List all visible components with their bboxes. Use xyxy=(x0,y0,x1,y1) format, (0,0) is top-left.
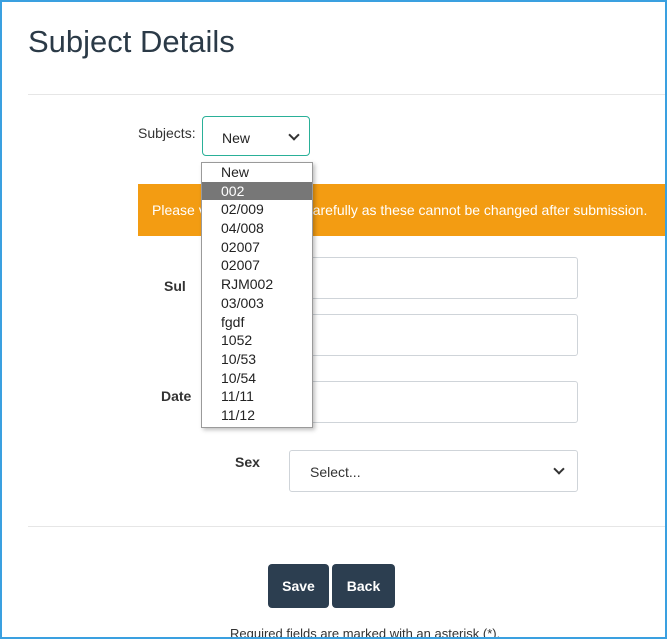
dropdown-option[interactable]: 02007 xyxy=(202,256,312,275)
subjects-label: Subjects: xyxy=(138,125,196,141)
warning-text-start: Please v xyxy=(152,202,206,218)
required-fields-note: Required fields are marked with an aster… xyxy=(230,626,501,639)
subject-id-input[interactable] xyxy=(289,257,578,299)
dropdown-option[interactable]: 11/11 xyxy=(202,387,312,406)
dropdown-option-highlighted[interactable]: 002 xyxy=(202,181,312,201)
chevron-down-icon xyxy=(553,463,565,475)
sex-select[interactable]: Select... xyxy=(289,450,578,492)
dropdown-option[interactable]: 02007 xyxy=(202,238,312,257)
subjects-select[interactable]: New xyxy=(202,116,310,156)
warning-text-end: carefully as these cannot be changed aft… xyxy=(305,202,648,218)
dropdown-option[interactable]: RJM002 xyxy=(202,275,312,294)
dropdown-option[interactable]: 10/54 xyxy=(202,369,312,388)
dropdown-option[interactable]: 11/12 xyxy=(202,406,312,425)
subjects-selected-value: New xyxy=(222,130,251,146)
dropdown-option[interactable]: 10/53 xyxy=(202,350,312,369)
subject-initials-input[interactable] xyxy=(289,314,578,356)
page-frame: Subject Details Subjects: New Please v ca… xyxy=(0,0,667,639)
dropdown-option[interactable]: 03/003 xyxy=(202,294,312,313)
subject-id-label: Sul xyxy=(164,278,186,294)
sex-select-value: Select... xyxy=(310,464,361,480)
date-label: Date xyxy=(161,388,192,404)
dropdown-option[interactable]: fgdf xyxy=(202,313,312,332)
save-button[interactable]: Save xyxy=(268,564,329,608)
chevron-down-icon xyxy=(288,129,300,141)
divider-bottom xyxy=(28,526,665,527)
page-title: Subject Details xyxy=(28,24,235,59)
dropdown-option[interactable]: 1052 xyxy=(202,331,312,350)
divider-top xyxy=(28,94,665,95)
back-button[interactable]: Back xyxy=(332,564,395,608)
subjects-dropdown-list[interactable]: New 002 02/009 04/008 02007 02007 RJM002… xyxy=(201,162,313,428)
dropdown-option[interactable]: New xyxy=(202,163,312,182)
dropdown-option[interactable]: 04/008 xyxy=(202,219,312,238)
sex-label: Sex xyxy=(235,454,260,470)
date-input[interactable] xyxy=(289,381,578,423)
dropdown-option[interactable]: 02/009 xyxy=(202,200,312,219)
